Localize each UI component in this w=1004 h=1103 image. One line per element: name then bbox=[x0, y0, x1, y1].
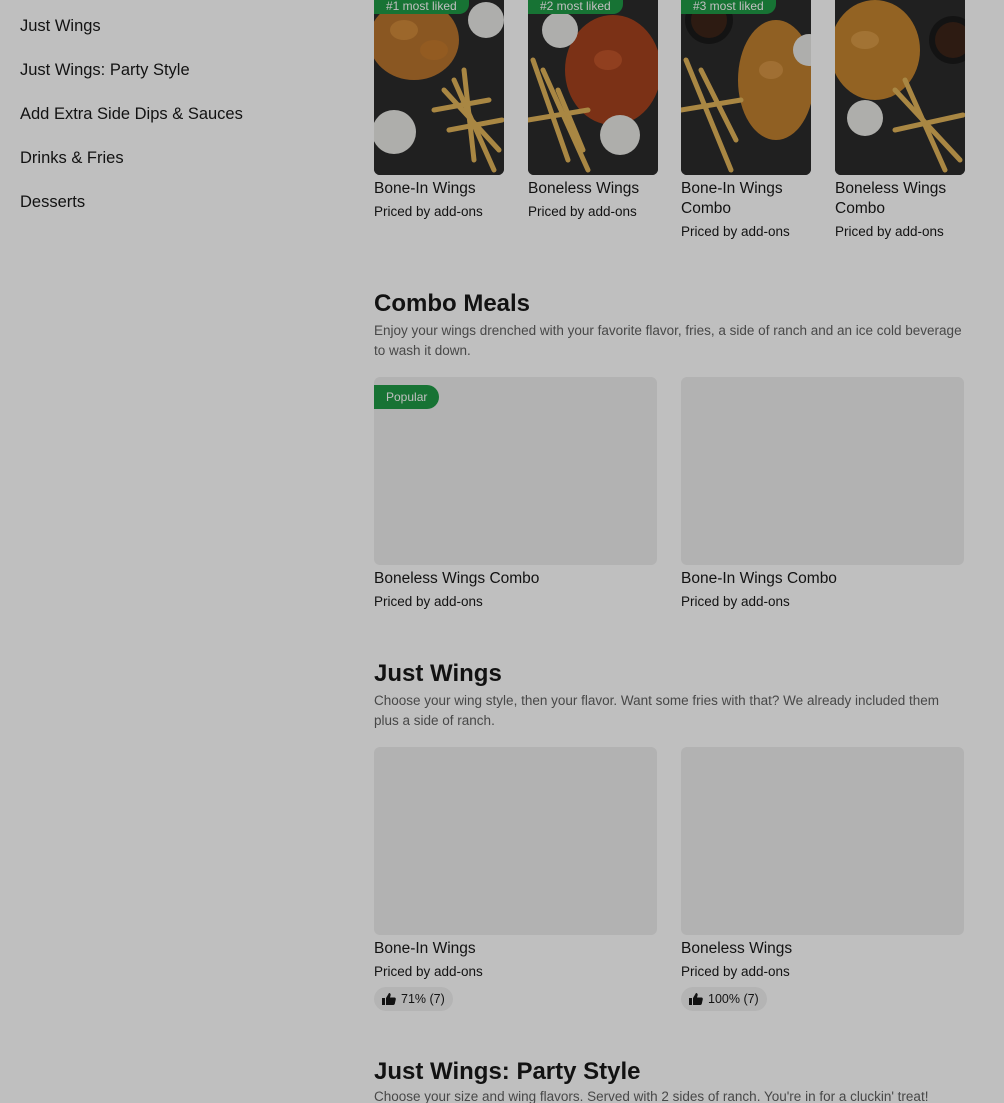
most-liked-card[interactable]: Boneless Wings Combo Priced by add-ons bbox=[835, 0, 965, 241]
sidebar-item-just-wings-party-style[interactable]: Just Wings: Party Style bbox=[20, 44, 340, 88]
item-title: Boneless Wings bbox=[528, 180, 640, 197]
item-title: Bone-In Wings Combo bbox=[681, 570, 837, 587]
item-title: Bone-In Wings bbox=[374, 940, 476, 957]
food-photo-placeholder bbox=[681, 747, 964, 935]
food-photo: #3 most liked bbox=[681, 0, 811, 175]
menu-item-card[interactable]: Boneless Wings Priced by add-ons 100% (7… bbox=[681, 747, 964, 1011]
sidebar-item-just-wings[interactable]: Just Wings bbox=[20, 0, 340, 44]
food-photo: #2 most liked bbox=[528, 0, 658, 175]
menu-item-card[interactable]: Bone-In Wings Combo Priced by add-ons bbox=[681, 377, 964, 611]
item-title: Bone-In Wings bbox=[374, 180, 476, 197]
food-photo-placeholder bbox=[374, 747, 657, 935]
rating-badge: 71% (7) bbox=[374, 987, 453, 1011]
sidebar-item-drinks-fries[interactable]: Drinks & Fries bbox=[20, 132, 340, 176]
food-photo-placeholder bbox=[681, 377, 964, 565]
sidebar-item-add-extra-side-dips[interactable]: Add Extra Side Dips & Sauces bbox=[20, 88, 340, 132]
item-price: Priced by add-ons bbox=[681, 964, 790, 979]
rating-badge: 100% (7) bbox=[681, 987, 767, 1011]
popular-badge: Popular bbox=[374, 385, 440, 409]
section-title-just-wings: Just Wings bbox=[374, 660, 502, 687]
most-liked-badge: #1 most liked bbox=[374, 0, 469, 14]
item-price: Priced by add-ons bbox=[374, 964, 483, 979]
item-title: Boneless Wings Combo bbox=[835, 180, 947, 217]
most-liked-carousel: #1 most liked Bone-In Wings Priced by ad… bbox=[374, 0, 1004, 260]
item-price: Priced by add-ons bbox=[374, 204, 483, 219]
item-price: Priced by add-ons bbox=[681, 224, 790, 239]
section-description: Enjoy your wings drenched with your favo… bbox=[374, 323, 962, 358]
menu-item-card[interactable]: Bone-In Wings Priced by add-ons 71% (7) bbox=[374, 747, 657, 1011]
section-title-party-style: Just Wings: Party Style bbox=[374, 1058, 641, 1085]
section-title-combo-meals: Combo Meals bbox=[374, 290, 531, 317]
food-photo: #1 most liked bbox=[374, 0, 504, 175]
most-liked-badge: #2 most liked bbox=[528, 0, 623, 14]
menu-item-card[interactable]: Popular Boneless Wings Combo Priced by a… bbox=[374, 377, 657, 611]
item-price: Priced by add-ons bbox=[374, 594, 483, 609]
item-title: Boneless Wings bbox=[681, 940, 793, 957]
section-description: Choose your wing style, then your flavor… bbox=[374, 693, 940, 728]
rating-text: 100% (7) bbox=[708, 992, 759, 1006]
food-photo-placeholder: Popular bbox=[374, 377, 657, 565]
most-liked-card[interactable]: #1 most liked Bone-In Wings Priced by ad… bbox=[374, 0, 504, 221]
most-liked-card[interactable]: #2 most liked Boneless Wings Priced by a… bbox=[528, 0, 658, 221]
sidebar-item-desserts[interactable]: Desserts bbox=[20, 176, 340, 220]
item-price: Priced by add-ons bbox=[528, 204, 637, 219]
item-price: Priced by add-ons bbox=[835, 224, 944, 239]
rating-text: 71% (7) bbox=[401, 992, 445, 1006]
sidebar: Just Wings Just Wings: Party Style Add E… bbox=[20, 0, 340, 220]
section-description: Choose your size and wing flavors. Serve… bbox=[374, 1089, 929, 1103]
item-price: Priced by add-ons bbox=[681, 594, 790, 609]
most-liked-card[interactable]: #3 most liked Bone-In Wings Combo Priced… bbox=[681, 0, 811, 241]
most-liked-badge: #3 most liked bbox=[681, 0, 776, 14]
food-photo bbox=[835, 0, 965, 175]
item-title: Bone-In Wings Combo bbox=[681, 180, 783, 217]
thumbs-up-icon bbox=[382, 993, 396, 1005]
item-title: Boneless Wings Combo bbox=[374, 570, 540, 587]
thumbs-up-icon bbox=[689, 993, 703, 1005]
